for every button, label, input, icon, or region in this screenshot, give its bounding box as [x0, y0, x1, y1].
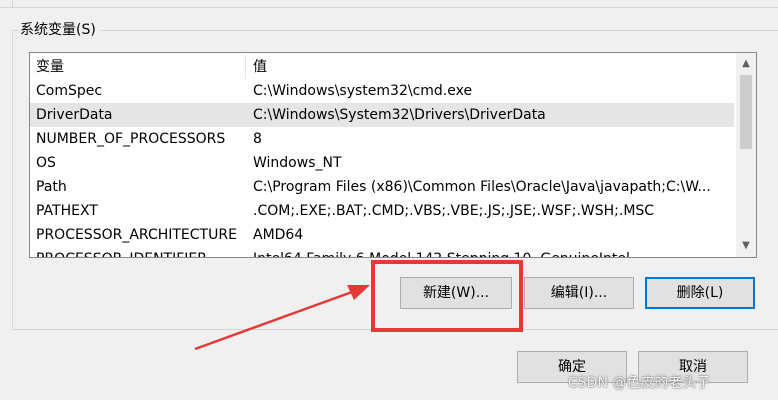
watermark-text: CSDN @色皮的老头子: [568, 375, 711, 391]
annotation-arrow: [194, 285, 370, 351]
